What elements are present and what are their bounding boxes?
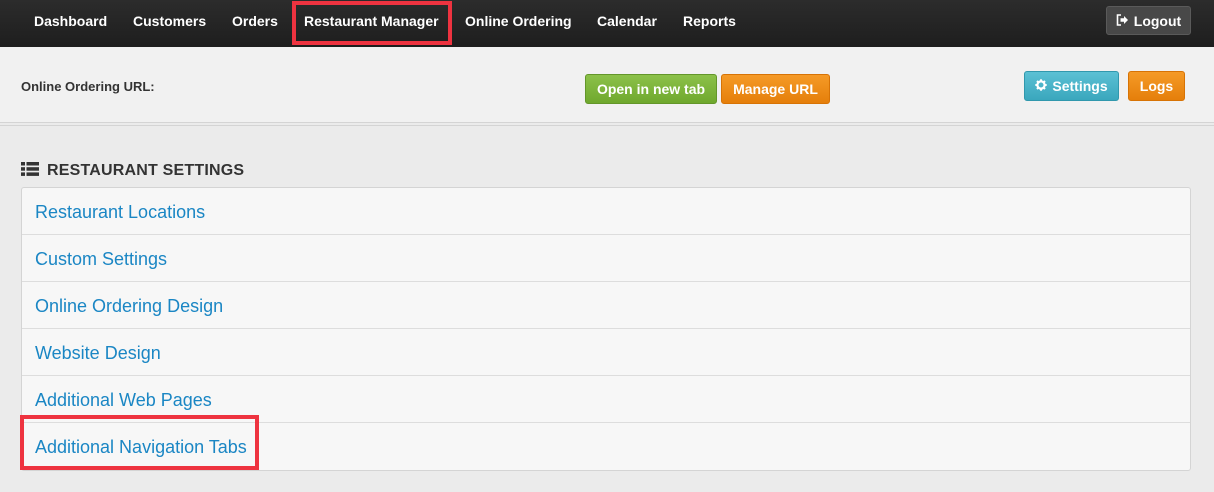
section-title: RESTAURANT SETTINGS (47, 162, 245, 179)
logout-button[interactable]: Logout (1106, 6, 1191, 35)
logout-label: Logout (1133, 12, 1182, 29)
online-ordering-design-link[interactable]: Online Ordering Design (35, 296, 223, 317)
website-design-link[interactable]: Website Design (35, 343, 161, 364)
online-ordering-url-label: Online Ordering URL: (21, 79, 155, 94)
logs-label: Logs (1139, 78, 1174, 94)
open-in-new-tab-label: Open in new tab (596, 81, 706, 97)
section-heading: RESTAURANT SETTINGS (21, 161, 244, 181)
gear-icon (1035, 78, 1048, 94)
additional-navigation-tabs-highlight-box (20, 415, 259, 470)
nav-online-ordering[interactable]: Online Ordering (465, 0, 572, 43)
divider (0, 125, 1214, 126)
list-item[interactable]: Online Ordering Design (22, 282, 1190, 329)
sign-out-icon (1116, 13, 1129, 29)
settings-label: Settings (1052, 78, 1108, 94)
nav-dashboard[interactable]: Dashboard (34, 0, 107, 43)
settings-button[interactable]: Settings (1024, 71, 1119, 101)
logs-button[interactable]: Logs (1128, 71, 1185, 101)
nav-reports[interactable]: Reports (683, 0, 736, 43)
restaurant-manager-highlight-box (292, 1, 452, 45)
manage-url-button[interactable]: Manage URL (721, 74, 830, 104)
list-item[interactable]: Restaurant Locations (22, 188, 1190, 235)
list-item[interactable]: Custom Settings (22, 235, 1190, 282)
open-in-new-tab-button[interactable]: Open in new tab (585, 74, 717, 104)
restaurant-locations-link[interactable]: Restaurant Locations (35, 202, 205, 223)
list-item[interactable]: Website Design (22, 329, 1190, 376)
nav-orders[interactable]: Orders (232, 0, 278, 43)
top-navigation-bar: Dashboard Customers Orders Restaurant Ma… (0, 0, 1214, 47)
additional-web-pages-link[interactable]: Additional Web Pages (35, 390, 212, 411)
nav-calendar[interactable]: Calendar (597, 0, 657, 43)
list-icon (21, 161, 39, 181)
manage-url-label: Manage URL (733, 81, 818, 97)
nav-customers[interactable]: Customers (133, 0, 206, 43)
custom-settings-link[interactable]: Custom Settings (35, 249, 167, 270)
